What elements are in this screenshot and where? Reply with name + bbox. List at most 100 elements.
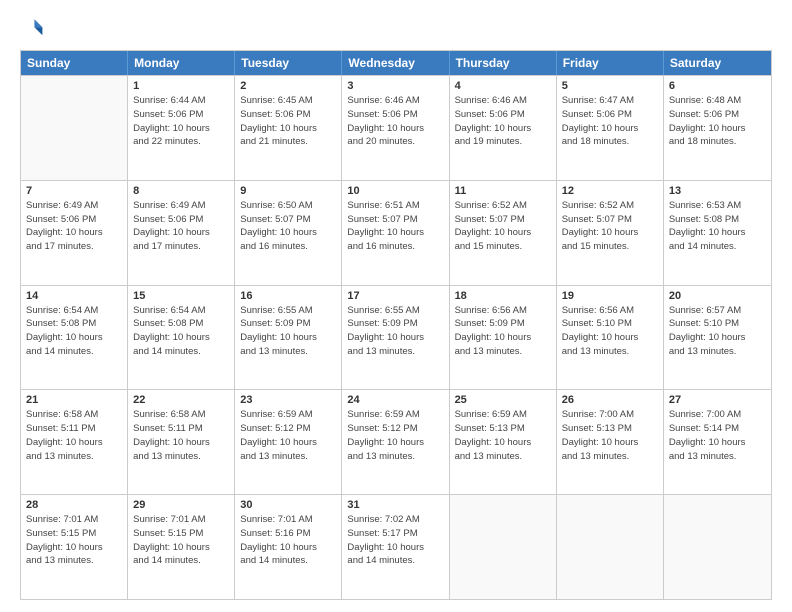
calendar-cell: 26Sunrise: 7:00 AM Sunset: 5:13 PM Dayli… [557,390,664,494]
calendar-row-3: 14 Sunrise: 6:54 AM Sunset: 5:08 PM Dayli… [21,285,771,390]
header-day-thursday: Thursday [450,51,557,75]
calendar-cell: 21 Sunrise: 6:58 AM Sunset: 5:11 PM Dayli… [21,390,128,494]
calendar-cell: 13 Sunrise: 6:53 AM Sunset: 5:08 PM Dayli… [664,181,771,285]
day-number: 15 [133,290,229,302]
calendar-row-1: 1 Sunrise: 6:44 AM Sunset: 5:06 PM Daylig… [21,75,771,180]
day-info: Sunrise: 6:49 AM Sunset: 5:06 PM Dayligh… [26,199,122,254]
day-number: 28 [26,499,122,511]
day-number: 8 [133,185,229,197]
day-info: Sunrise: 6:47 AM Sunset: 5:06 PM Dayligh… [562,94,658,149]
day-number: 6 [669,80,766,92]
day-number: 29 [133,499,229,511]
calendar-cell [450,495,557,599]
calendar-cell: 20 Sunrise: 6:57 AM Sunset: 5:10 PM Dayli… [664,286,771,390]
header-day-monday: Monday [128,51,235,75]
calendar-cell: 11 Sunrise: 6:52 AM Sunset: 5:07 PM Dayli… [450,181,557,285]
page: SundayMondayTuesdayWednesdayThursdayFrid… [0,0,792,612]
calendar-cell: 30 Sunrise: 7:01 AM Sunset: 5:16 PM Dayli… [235,495,342,599]
calendar-cell: 22Sunrise: 6:58 AM Sunset: 5:11 PM Dayli… [128,390,235,494]
day-info: Sunrise: 6:53 AM Sunset: 5:08 PM Dayligh… [669,199,766,254]
calendar-cell [664,495,771,599]
day-info: Sunrise: 7:01 AM Sunset: 5:16 PM Dayligh… [240,513,336,568]
calendar-cell: 15Sunrise: 6:54 AM Sunset: 5:08 PM Dayli… [128,286,235,390]
calendar-cell: 12 Sunrise: 6:52 AM Sunset: 5:07 PM Dayli… [557,181,664,285]
calendar-row-5: 28 Sunrise: 7:01 AM Sunset: 5:15 PM Dayli… [21,494,771,599]
day-info: Sunrise: 6:58 AM Sunset: 5:11 PM Dayligh… [26,408,122,463]
day-number: 21 [26,394,122,406]
calendar-cell: 14 Sunrise: 6:54 AM Sunset: 5:08 PM Dayli… [21,286,128,390]
day-number: 2 [240,80,336,92]
day-number: 18 [455,290,551,302]
day-info: Sunrise: 6:59 AM Sunset: 5:13 PM Dayligh… [455,408,551,463]
day-info: Sunrise: 6:56 AM Sunset: 5:09 PM Dayligh… [455,304,551,359]
calendar: SundayMondayTuesdayWednesdayThursdayFrid… [20,50,772,600]
day-info: Sunrise: 6:55 AM Sunset: 5:09 PM Dayligh… [240,304,336,359]
day-number: 20 [669,290,766,302]
calendar-cell: 18 Sunrise: 6:56 AM Sunset: 5:09 PM Dayli… [450,286,557,390]
calendar-cell: 24 Sunrise: 6:59 AM Sunset: 5:12 PM Dayli… [342,390,449,494]
calendar-cell: 2 Sunrise: 6:45 AM Sunset: 5:06 PM Daylig… [235,76,342,180]
day-number: 10 [347,185,443,197]
day-info: Sunrise: 6:54 AM Sunset: 5:08 PM Dayligh… [26,304,122,359]
day-info: Sunrise: 6:52 AM Sunset: 5:07 PM Dayligh… [455,199,551,254]
header-day-tuesday: Tuesday [235,51,342,75]
logo-icon [20,16,44,40]
day-number: 14 [26,290,122,302]
calendar-cell: 7Sunrise: 6:49 AM Sunset: 5:06 PM Daylig… [21,181,128,285]
calendar-cell: 17Sunrise: 6:55 AM Sunset: 5:09 PM Dayli… [342,286,449,390]
day-number: 13 [669,185,766,197]
header [20,16,772,40]
calendar-cell: 19 Sunrise: 6:56 AM Sunset: 5:10 PM Dayli… [557,286,664,390]
calendar-row-4: 21 Sunrise: 6:58 AM Sunset: 5:11 PM Dayli… [21,389,771,494]
calendar-cell: 8 Sunrise: 6:49 AM Sunset: 5:06 PM Daylig… [128,181,235,285]
day-info: Sunrise: 6:48 AM Sunset: 5:06 PM Dayligh… [669,94,766,149]
day-info: Sunrise: 6:59 AM Sunset: 5:12 PM Dayligh… [347,408,443,463]
day-info: Sunrise: 6:46 AM Sunset: 5:06 PM Dayligh… [347,94,443,149]
header-day-friday: Friday [557,51,664,75]
day-info: Sunrise: 6:56 AM Sunset: 5:10 PM Dayligh… [562,304,658,359]
day-number: 26 [562,394,658,406]
calendar-cell: 9Sunrise: 6:50 AM Sunset: 5:07 PM Daylig… [235,181,342,285]
day-number: 1 [133,80,229,92]
logo [20,16,48,40]
day-info: Sunrise: 6:46 AM Sunset: 5:06 PM Dayligh… [455,94,551,149]
day-info: Sunrise: 6:51 AM Sunset: 5:07 PM Dayligh… [347,199,443,254]
day-info: Sunrise: 6:49 AM Sunset: 5:06 PM Dayligh… [133,199,229,254]
calendar-cell: 28 Sunrise: 7:01 AM Sunset: 5:15 PM Dayli… [21,495,128,599]
day-number: 30 [240,499,336,511]
calendar-cell: 10 Sunrise: 6:51 AM Sunset: 5:07 PM Dayli… [342,181,449,285]
day-number: 23 [240,394,336,406]
header-day-sunday: Sunday [21,51,128,75]
calendar-cell: 3Sunrise: 6:46 AM Sunset: 5:06 PM Daylig… [342,76,449,180]
calendar-cell [21,76,128,180]
header-day-wednesday: Wednesday [342,51,449,75]
calendar-cell: 23Sunrise: 6:59 AM Sunset: 5:12 PM Dayli… [235,390,342,494]
day-info: Sunrise: 7:02 AM Sunset: 5:17 PM Dayligh… [347,513,443,568]
day-number: 5 [562,80,658,92]
day-number: 11 [455,185,551,197]
day-number: 17 [347,290,443,302]
day-info: Sunrise: 6:44 AM Sunset: 5:06 PM Dayligh… [133,94,229,149]
day-info: Sunrise: 6:45 AM Sunset: 5:06 PM Dayligh… [240,94,336,149]
day-number: 4 [455,80,551,92]
day-number: 27 [669,394,766,406]
calendar-body: 1 Sunrise: 6:44 AM Sunset: 5:06 PM Daylig… [21,75,771,599]
calendar-cell: 31 Sunrise: 7:02 AM Sunset: 5:17 PM Dayli… [342,495,449,599]
day-number: 25 [455,394,551,406]
calendar-cell: 5 Sunrise: 6:47 AM Sunset: 5:06 PM Daylig… [557,76,664,180]
day-info: Sunrise: 6:52 AM Sunset: 5:07 PM Dayligh… [562,199,658,254]
calendar-cell: 29 Sunrise: 7:01 AM Sunset: 5:15 PM Dayli… [128,495,235,599]
day-number: 31 [347,499,443,511]
day-number: 24 [347,394,443,406]
calendar-cell: 16Sunrise: 6:55 AM Sunset: 5:09 PM Dayli… [235,286,342,390]
day-info: Sunrise: 7:01 AM Sunset: 5:15 PM Dayligh… [133,513,229,568]
calendar-cell: 1 Sunrise: 6:44 AM Sunset: 5:06 PM Daylig… [128,76,235,180]
day-info: Sunrise: 7:01 AM Sunset: 5:15 PM Dayligh… [26,513,122,568]
day-number: 19 [562,290,658,302]
calendar-cell: 6 Sunrise: 6:48 AM Sunset: 5:06 PM Daylig… [664,76,771,180]
calendar-row-2: 7Sunrise: 6:49 AM Sunset: 5:06 PM Daylig… [21,180,771,285]
day-info: Sunrise: 6:57 AM Sunset: 5:10 PM Dayligh… [669,304,766,359]
day-info: Sunrise: 6:50 AM Sunset: 5:07 PM Dayligh… [240,199,336,254]
day-number: 12 [562,185,658,197]
day-info: Sunrise: 7:00 AM Sunset: 5:14 PM Dayligh… [669,408,766,463]
